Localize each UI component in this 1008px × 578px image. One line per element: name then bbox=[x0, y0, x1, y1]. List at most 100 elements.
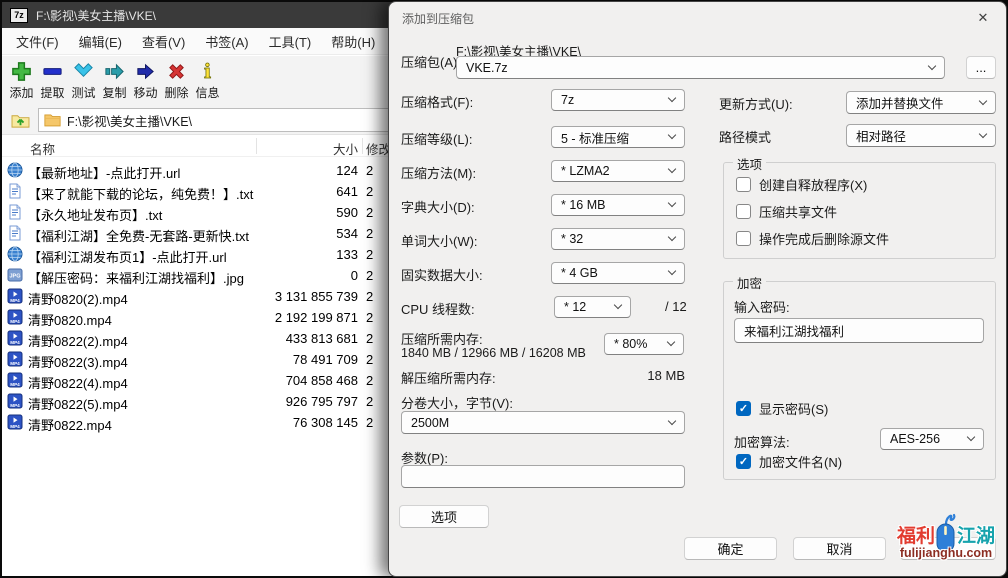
chevron-down-icon bbox=[668, 131, 676, 139]
encrypt-names-option[interactable]: 加密文件名(N) bbox=[724, 448, 842, 475]
chevron-down-icon bbox=[668, 233, 676, 241]
algo-select[interactable]: AES-256 bbox=[880, 428, 984, 450]
file-name: 【福利江湖】全免费-无套路-更新快.txt bbox=[28, 226, 249, 245]
file-name: 清野0822(2).mp4 bbox=[28, 331, 128, 350]
volume-value: 2500M bbox=[411, 416, 449, 430]
file-name: 【来了就能下载的论坛，纯免费！】.txt bbox=[28, 184, 253, 203]
title-bar: 7z F:\影视\美女主播\VKE\ bbox=[2, 2, 393, 28]
memory-percent-select[interactable]: * 80% bbox=[604, 333, 684, 355]
file-size: 433 813 681 bbox=[227, 331, 358, 346]
checkbox[interactable] bbox=[736, 177, 751, 192]
ok-label: 确定 bbox=[717, 539, 743, 558]
chevron-down-icon bbox=[668, 267, 676, 275]
checkbox[interactable] bbox=[736, 231, 751, 246]
option-row[interactable]: 操作完成后删除源文件 bbox=[724, 225, 995, 252]
menu-item[interactable]: 工具(T) bbox=[259, 28, 322, 55]
toolbar-label: 提取 bbox=[40, 84, 64, 101]
close-button[interactable]: ✕ bbox=[968, 7, 998, 29]
file-name: 清野0820.mp4 bbox=[28, 310, 112, 329]
toolbar-button[interactable]: 添加 bbox=[6, 60, 37, 101]
column-modified[interactable]: 修改时间 bbox=[366, 139, 390, 158]
svg-text:MP4: MP4 bbox=[10, 298, 20, 303]
menu-bar: 文件(F)编辑(E)查看(V)书签(A)工具(T)帮助(H) bbox=[2, 28, 393, 55]
encrypt-names-checkbox[interactable] bbox=[736, 454, 751, 469]
ok-button[interactable]: 确定 bbox=[684, 537, 777, 560]
menu-item[interactable]: 编辑(E) bbox=[69, 28, 132, 55]
chevron-down-icon bbox=[668, 165, 676, 173]
password-input[interactable]: 来福利江湖找福利 bbox=[734, 318, 984, 343]
cancel-button[interactable]: 取消 bbox=[793, 537, 886, 560]
svg-text:MP4: MP4 bbox=[10, 403, 20, 408]
folder-icon bbox=[44, 113, 61, 127]
toolbar-button[interactable]: 测试 bbox=[68, 60, 99, 101]
svg-text:JPG: JPG bbox=[9, 274, 20, 280]
format-select[interactable]: 7z bbox=[551, 89, 685, 111]
file-row[interactable]: MP4清野0820.mp42 192 199 8712 bbox=[2, 307, 393, 328]
dict-select[interactable]: * 16 MB bbox=[551, 194, 685, 216]
word-select[interactable]: * 32 bbox=[551, 228, 685, 250]
file-row[interactable]: MP4清野0820(2).mp43 131 855 7392 bbox=[2, 286, 393, 307]
test-icon bbox=[72, 60, 95, 83]
show-password-option[interactable]: 显示密码(S) bbox=[724, 395, 828, 422]
pathmode-value: 相对路径 bbox=[856, 126, 906, 145]
toolbar-button[interactable]: 删除 bbox=[161, 60, 192, 101]
level-select[interactable]: 5 - 标准压缩 bbox=[551, 126, 685, 148]
file-modified: 2 bbox=[366, 352, 390, 367]
file-row[interactable]: MP4清野0822(4).mp4704 858 4682 bbox=[2, 370, 393, 391]
column-name[interactable]: 名称 bbox=[30, 139, 55, 158]
checkbox[interactable] bbox=[736, 204, 751, 219]
file-size: 590 bbox=[227, 205, 358, 220]
option-row[interactable]: 创建自释放程序(X) bbox=[724, 171, 995, 198]
archive-name-combo[interactable]: VKE.7z bbox=[456, 56, 945, 79]
toolbar-button[interactable]: 移动 bbox=[130, 60, 161, 101]
file-row[interactable]: MP4清野0822(5).mp4926 795 7972 bbox=[2, 391, 393, 412]
params-input[interactable] bbox=[401, 465, 685, 488]
toolbar-label: 删除 bbox=[164, 84, 188, 101]
mp4-icon: MP4 bbox=[7, 309, 23, 325]
file-row[interactable]: MP4清野0822.mp476 308 1452 bbox=[2, 412, 393, 433]
toolbar-button[interactable]: 复制 bbox=[99, 60, 130, 101]
column-divider[interactable] bbox=[256, 138, 257, 154]
chevron-down-icon bbox=[979, 96, 987, 104]
jpg-icon: JPG bbox=[7, 267, 23, 283]
up-folder-button[interactable] bbox=[8, 109, 32, 131]
column-size[interactable]: 大小 bbox=[227, 139, 358, 158]
menu-item[interactable]: 帮助(H) bbox=[321, 28, 385, 55]
toolbar-button[interactable]: i信息 bbox=[192, 60, 223, 101]
file-name: 清野0820(2).mp4 bbox=[28, 289, 128, 308]
mp4-icon: MP4 bbox=[7, 393, 23, 409]
file-modified: 2 bbox=[366, 268, 390, 283]
file-row[interactable]: 【最新地址】-点此打开.url1242 bbox=[2, 160, 393, 181]
menu-item[interactable]: 书签(A) bbox=[195, 28, 258, 55]
file-name: 清野0822(4).mp4 bbox=[28, 373, 128, 392]
menu-item[interactable]: 文件(F) bbox=[6, 28, 69, 55]
pathmode-select[interactable]: 相对路径 bbox=[846, 124, 996, 147]
update-select[interactable]: 添加并替换文件 bbox=[846, 91, 996, 114]
show-password-checkbox[interactable] bbox=[736, 401, 751, 416]
toolbar-button[interactable]: 提取 bbox=[37, 60, 68, 101]
file-row[interactable]: 【来了就能下载的论坛，纯免费！】.txt6412 bbox=[2, 181, 393, 202]
address-combo[interactable]: F:\影视\美女主播\VKE\ bbox=[38, 108, 393, 132]
menu-item[interactable]: 查看(V) bbox=[132, 28, 195, 55]
file-name: 清野0822.mp4 bbox=[28, 415, 112, 434]
address-bar: F:\影视\美女主播\VKE\ bbox=[2, 105, 393, 135]
method-select[interactable]: * LZMA2 bbox=[551, 160, 685, 182]
threads-select[interactable]: * 12 bbox=[554, 296, 631, 318]
file-row[interactable]: 【福利江湖】全免费-无套路-更新快.txt5342 bbox=[2, 223, 393, 244]
solid-value: * 4 GB bbox=[561, 266, 598, 280]
solid-select[interactable]: * 4 GB bbox=[551, 262, 685, 284]
column-divider[interactable] bbox=[362, 138, 363, 154]
volume-combo[interactable]: 2500M bbox=[401, 411, 685, 434]
svg-text:MP4: MP4 bbox=[10, 361, 20, 366]
file-row[interactable]: 【永久地址发布页】.txt5902 bbox=[2, 202, 393, 223]
file-row[interactable]: JPG【解压密码：来福利江湖找福利】.jpg02 bbox=[2, 265, 393, 286]
options-button[interactable]: 选项 bbox=[399, 505, 489, 528]
toolbar-label: 测试 bbox=[71, 84, 95, 101]
option-row[interactable]: 压缩共享文件 bbox=[724, 198, 995, 225]
file-row[interactable]: MP4清野0822(2).mp4433 813 6812 bbox=[2, 328, 393, 349]
file-row[interactable]: 【福利江湖发布页1】-点此打开.url1332 bbox=[2, 244, 393, 265]
file-row[interactable]: MP4清野0822(3).mp478 491 7092 bbox=[2, 349, 393, 370]
browse-button[interactable]: ... bbox=[966, 56, 996, 79]
threads-max: / 12 bbox=[665, 299, 687, 314]
extract-icon bbox=[41, 60, 64, 83]
